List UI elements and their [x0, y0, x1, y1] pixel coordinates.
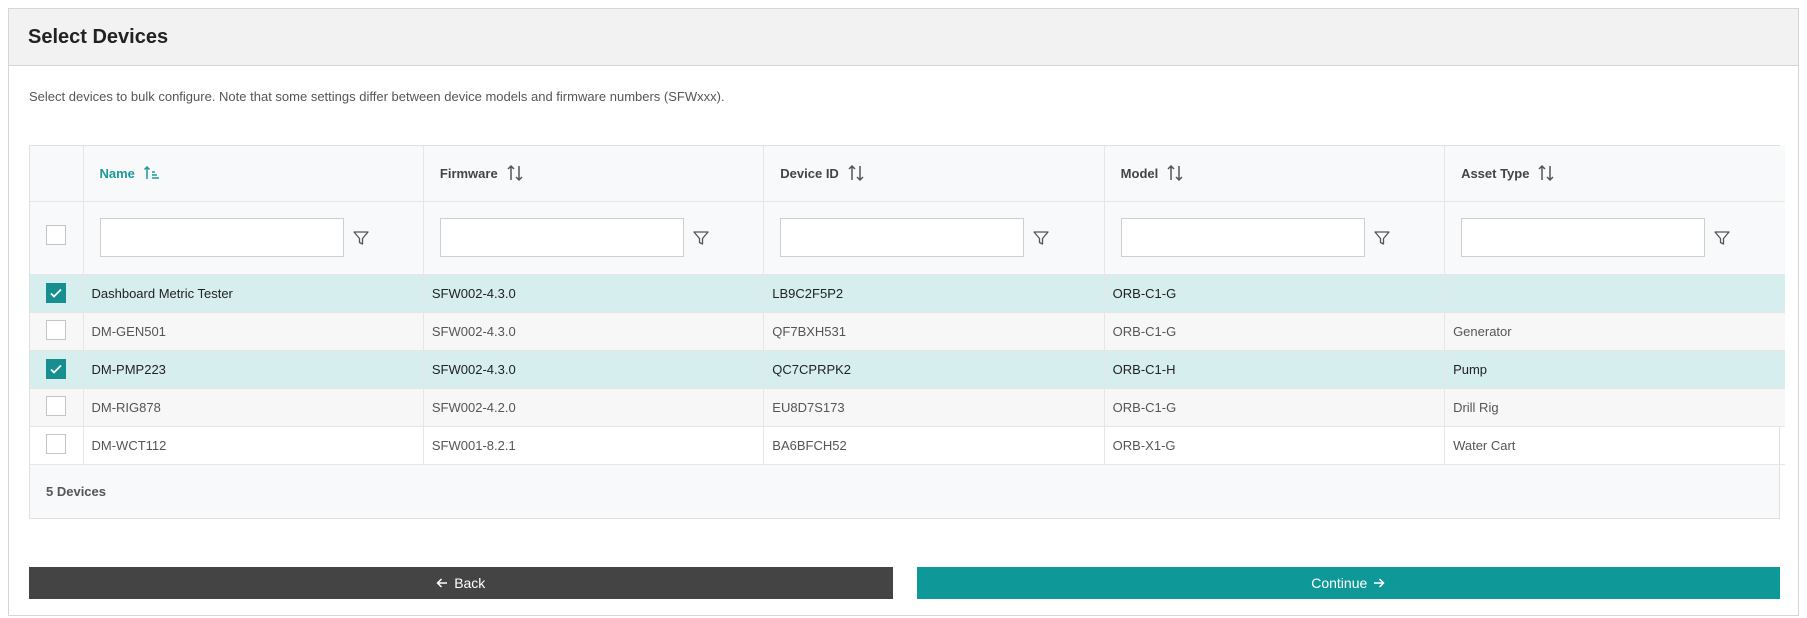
row-checkbox[interactable] — [46, 319, 66, 340]
column-header-model[interactable]: Model — [1104, 146, 1446, 202]
cell-firmware: SFW002-4.3.0 — [423, 350, 765, 389]
cell-model: ORB-X1-G — [1104, 426, 1446, 465]
header-checkbox-cell — [30, 146, 84, 202]
cell-model: ORB-C1-G — [1104, 312, 1446, 351]
column-header-asset-type[interactable]: Asset Type — [1444, 146, 1785, 202]
table-row[interactable]: DM-RIG878 SFW002-4.2.0 EU8D7S173 ORB-C1-… — [30, 388, 1785, 427]
table-row[interactable]: DM-WCT112 SFW001-8.2.1 BA6BFCH52 ORB-X1-… — [30, 426, 1785, 465]
back-button-label: Back — [454, 574, 486, 591]
cell-asset-type: Pump — [1444, 350, 1785, 389]
table-row[interactable]: DM-GEN501 SFW002-4.3.0 QF7BXH531 ORB-C1-… — [30, 312, 1785, 351]
cell-firmware: SFW002-4.3.0 — [423, 312, 765, 351]
cell-model: ORB-C1-G — [1104, 274, 1446, 313]
table-row[interactable]: DM-PMP223 SFW002-4.3.0 QC7CPRPK2 ORB-C1-… — [30, 350, 1785, 389]
filter-icon[interactable] — [1713, 229, 1731, 247]
panel-header: Select Devices — [9, 9, 1798, 66]
cell-name: DM-PMP223 — [83, 350, 424, 389]
cell-asset-type: Water Cart — [1444, 426, 1785, 465]
sort-icon[interactable] — [1166, 164, 1184, 182]
filter-icon[interactable] — [352, 229, 370, 247]
filter-input-device-id[interactable] — [780, 218, 1025, 257]
select-all-checkbox[interactable] — [46, 225, 66, 245]
page-description: Select devices to bulk configure. Note t… — [29, 89, 725, 104]
sort-icon[interactable] — [847, 164, 865, 182]
back-button[interactable]: Back — [29, 566, 893, 599]
filter-input-model[interactable] — [1120, 218, 1365, 257]
filter-input-asset-type[interactable] — [1461, 218, 1706, 257]
cell-firmware: SFW002-4.3.0 — [423, 274, 765, 313]
device-count: 5 Devices — [46, 483, 106, 499]
sort-ascending-icon[interactable] — [143, 164, 161, 182]
sort-icon[interactable] — [506, 164, 524, 182]
devices-table: Name Firmware Device ID Model Asset Type… — [29, 145, 1785, 519]
column-label: Name — [99, 165, 135, 181]
table-footer: 5 Devices — [30, 464, 1779, 518]
filter-input-firmware[interactable] — [439, 218, 684, 257]
check-icon — [50, 364, 62, 374]
continue-button-label: Continue — [1311, 574, 1368, 591]
filter-cell-firmware — [423, 201, 765, 275]
filter-input-name[interactable] — [99, 218, 344, 257]
cell-asset-type: Generator — [1444, 312, 1785, 351]
arrow-right-icon — [1374, 577, 1385, 588]
filter-cell-asset-type — [1444, 201, 1785, 275]
page-title: Select Devices — [28, 25, 169, 48]
check-icon — [50, 288, 62, 298]
cell-device-id: LB9C2F5P2 — [763, 274, 1105, 313]
cell-name: DM-WCT112 — [83, 426, 424, 465]
select-all-cell — [30, 201, 84, 275]
row-checkbox[interactable] — [46, 433, 66, 454]
column-header-device-id[interactable]: Device ID — [763, 146, 1105, 202]
row-checkbox[interactable] — [46, 395, 66, 416]
cell-firmware: SFW002-4.2.0 — [423, 388, 765, 427]
column-header-firmware[interactable]: Firmware — [423, 146, 765, 202]
column-label: Model — [1120, 165, 1159, 181]
cell-model: ORB-C1-G — [1104, 388, 1446, 427]
filter-row — [30, 201, 1785, 275]
filter-icon[interactable] — [692, 229, 710, 247]
panel-body: Select devices to bulk configure. Note t… — [9, 89, 1798, 599]
column-header-name[interactable]: Name — [83, 146, 424, 202]
filter-cell-device-id — [763, 201, 1105, 275]
continue-button[interactable]: Continue — [916, 566, 1780, 599]
cell-asset-type — [1444, 274, 1785, 313]
select-devices-panel: Select Devices Select devices to bulk co… — [8, 8, 1799, 616]
cell-device-id: EU8D7S173 — [763, 388, 1105, 427]
row-checkbox-cell — [30, 388, 84, 427]
filter-icon[interactable] — [1032, 229, 1050, 247]
row-checkbox[interactable] — [46, 359, 66, 379]
cell-device-id: QC7CPRPK2 — [763, 350, 1105, 389]
cell-model: ORB-C1-H — [1104, 350, 1446, 389]
cell-device-id: QF7BXH531 — [763, 312, 1105, 351]
cell-asset-type: Drill Rig — [1444, 388, 1785, 427]
row-checkbox-cell — [30, 426, 84, 465]
cell-name: Dashboard Metric Tester — [83, 274, 424, 313]
column-label: Asset Type — [1461, 165, 1530, 181]
cell-name: DM-RIG878 — [83, 388, 424, 427]
column-label: Device ID — [780, 165, 839, 181]
cell-name: DM-GEN501 — [83, 312, 424, 351]
table-row[interactable]: Dashboard Metric Tester SFW002-4.3.0 LB9… — [30, 274, 1785, 313]
sort-icon[interactable] — [1537, 164, 1555, 182]
row-checkbox[interactable] — [46, 283, 66, 303]
row-checkbox-cell — [30, 312, 84, 351]
table-header-row: Name Firmware Device ID Model Asset Type — [30, 146, 1785, 202]
column-label: Firmware — [439, 165, 498, 181]
row-checkbox-cell — [30, 274, 84, 313]
cell-device-id: BA6BFCH52 — [763, 426, 1105, 465]
cell-firmware: SFW001-8.2.1 — [423, 426, 765, 465]
row-checkbox-cell — [30, 350, 84, 389]
filter-cell-model — [1104, 201, 1446, 275]
action-bar: Back Continue — [29, 566, 1780, 599]
arrow-left-icon — [436, 577, 448, 588]
filter-icon[interactable] — [1373, 229, 1391, 247]
filter-cell-name — [83, 201, 424, 275]
